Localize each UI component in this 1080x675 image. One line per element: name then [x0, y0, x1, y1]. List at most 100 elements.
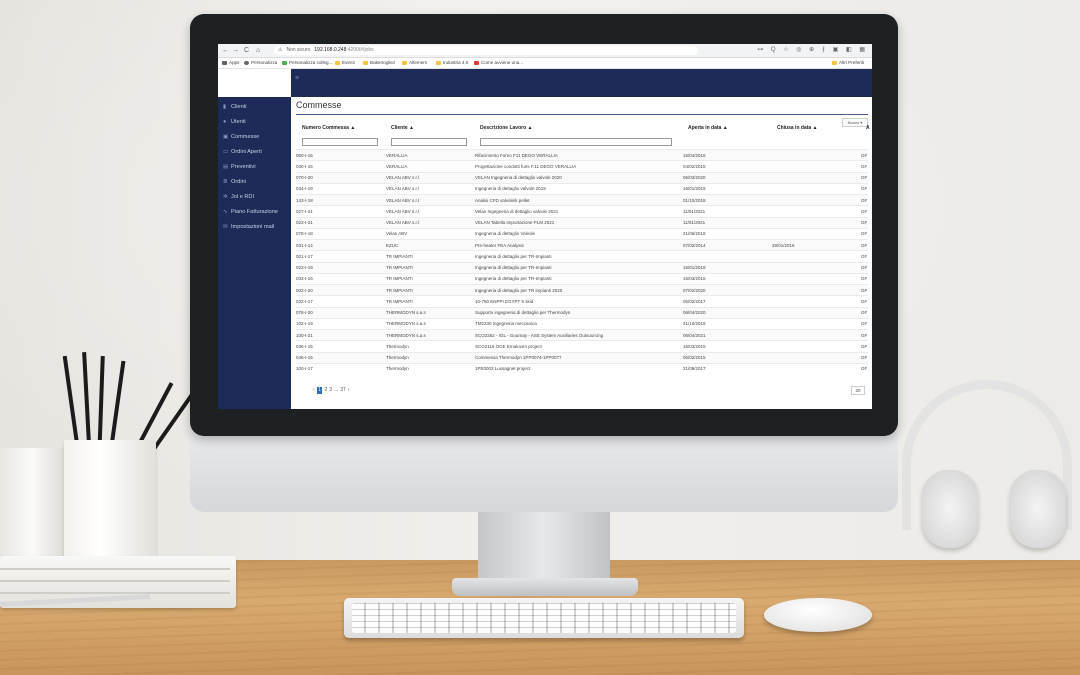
bookmark-item[interactable]: Bakertogliez: [363, 58, 395, 68]
table-row[interactable]: 100-I-17 Thermodyn 1PE0003 Lussagnet proje…: [296, 362, 868, 374]
page-3-button[interactable]: 3: [329, 387, 332, 393]
sidebar-item-piano-fatturazione[interactable]: ∿ Piano Fatturazione: [223, 208, 278, 216]
filter-descrizione-input[interactable]: [480, 138, 672, 146]
page-last-button[interactable]: 37: [340, 387, 346, 393]
table-row[interactable]: 001-I-17 TR IMPIANTI Ingegneria di dettagl…: [296, 250, 868, 262]
bookmark-icon: [474, 60, 479, 65]
table-row[interactable]: 046-I-15 Thermodyn Commessa Thermodyn 1PP0…: [296, 351, 868, 364]
reload-icon[interactable]: C: [244, 46, 249, 55]
column-header-aperta[interactable]: Aperta in data ▲: [688, 125, 728, 131]
cell-descrizione: VELAN Tabella Importazione PLM 2021: [475, 216, 683, 229]
filter-numero-input[interactable]: [302, 138, 378, 146]
cell-chiusa: [772, 205, 861, 217]
extension-icons[interactable]: ⊶ Q ☆ ◎ ⊕ ⨍ ▣ ◧ ▦: [757, 46, 868, 55]
home-icon[interactable]: ⌂: [256, 46, 260, 55]
column-header-descrizione[interactable]: Descrizione Lavoro ▲: [480, 125, 532, 131]
table-row[interactable]: 102-I-19 THERMODYN s.a.s TM2230 Ingegneria…: [296, 317, 868, 330]
other-bookmarks[interactable]: Altri Preferiti: [831, 58, 864, 68]
sidebar-item-preventivi[interactable]: ▤ Preventivi: [223, 163, 256, 171]
table-row[interactable]: 076-I-20 THERMODYN s.a.s Supporto ingegner…: [296, 306, 868, 319]
cell-extra: GF: [861, 216, 868, 229]
bookmark-item[interactable]: Personalizza colleg...: [282, 58, 332, 68]
cell-aperta: 11/01/2021: [683, 216, 772, 229]
cell-descrizione: Commessa Thermodyn 1PP0074-1PP0077: [475, 351, 683, 364]
cell-descrizione: Velan Ingegneria di dettaglio valvole 20…: [475, 205, 683, 217]
bookmark-item[interactable]: Alfemem: [402, 58, 427, 68]
filter-cliente-input[interactable]: [391, 138, 467, 146]
cell-extra: GF: [861, 160, 868, 172]
pencil-cup: [64, 440, 156, 566]
folder-icon: [335, 60, 340, 65]
next-page-button[interactable]: ›: [348, 387, 350, 393]
cell-extra: GF: [861, 250, 868, 262]
new-job-button[interactable]: Nuovo ▾: [842, 118, 868, 127]
briefcase-icon: ▣: [223, 134, 229, 140]
page-size-select[interactable]: 20: [851, 386, 865, 395]
page-title: Commesse: [296, 100, 342, 110]
table-row[interactable]: 031-I-14 EZUC Pre-heater FEA Analysis 07/02…: [296, 238, 868, 251]
cell-numero: 001-I-17: [296, 250, 386, 262]
table-row[interactable]: 002-I-20 TR IMPIANTI Ingegneria di dettagl…: [296, 283, 868, 296]
bookmark-item[interactable]: Industria 4.0: [436, 58, 468, 68]
sidebar-item-ordini[interactable]: ≣ Ordini: [223, 178, 246, 186]
cell-chiusa: [772, 340, 861, 352]
cell-numero: 102-I-19: [296, 317, 386, 330]
headphones-right-cup: [1010, 470, 1066, 548]
bookmark-apps[interactable]: Apps: [222, 58, 239, 68]
column-header-numero[interactable]: Numero Commessa ▲: [302, 125, 355, 131]
table-row[interactable]: 036-I-15 Thermodyn SCO2116 OGE Emaluven pr…: [296, 340, 868, 352]
address-bar[interactable]: ⚠ Non sicuro 192.168.0.248:4200/#/jobs: [274, 46, 698, 55]
cell-extra: GF: [861, 295, 868, 307]
globe-icon: [244, 60, 249, 65]
cell-aperta: 06/04/2021: [683, 328, 772, 341]
calculator-icon: ▤: [223, 164, 229, 170]
bookmark-item[interactable]: Come avviene una...: [474, 58, 523, 68]
cell-numero: 030-I-15: [296, 160, 386, 172]
cell-extra: GF: [861, 328, 868, 341]
table-row[interactable]: 032-I-17 TR IMPIANTI 10-750 ENPPI EGYPT 5 …: [296, 295, 868, 307]
column-header-chiusa[interactable]: Chiusa in data ▲: [777, 125, 818, 131]
cell-aperta: 04/02/2015: [683, 160, 772, 172]
cell-aperta: 11/01/2021: [683, 205, 772, 217]
column-header-cliente[interactable]: Cliente ▲: [391, 125, 414, 131]
sidebar-item-commesse[interactable]: ▣ Commesse: [223, 133, 259, 141]
cell-extra: GF: [861, 340, 868, 352]
table-row[interactable]: 078-I-18 Velan ABV Ingegneria di dettaglio…: [296, 227, 868, 240]
sidebar-item-jol-rdi[interactable]: ✲ Jol e RDI: [223, 193, 254, 201]
cell-numero: 076-I-20: [296, 306, 386, 319]
table-row[interactable]: 030-I-15 VERALLIA Progettazione condotti f…: [296, 160, 868, 172]
table-row[interactable]: 027-I-21 VELAN ABV s.r.l Velan Ingegneria …: [296, 205, 868, 217]
sidebar-item-utenti[interactable]: ● Utenti: [223, 118, 246, 126]
sidebar-item-ordini-aperti[interactable]: ▭ Ordini Aperti: [223, 148, 262, 156]
table-row[interactable]: 033-I-16 TR IMPIANTI Ingegneria di dettagl…: [296, 272, 868, 285]
sidebar-item-impostazioni-mail[interactable]: ✉ Impostazioni mail: [223, 223, 274, 231]
forward-icon[interactable]: →: [232, 46, 239, 55]
table-row[interactable]: 023-I-21 VELAN ABV s.r.l VELAN Tabella Imp…: [296, 216, 868, 229]
cell-chiusa: [772, 148, 861, 161]
cell-chiusa: 29/01/2016: [772, 238, 861, 251]
column-header-extra[interactable]: A: [866, 125, 870, 131]
table-row[interactable]: 022-I-19 TR IMPIANTI Ingegneria di dettagl…: [296, 261, 868, 274]
cell-descrizione: Ingegneria di dettaglio Valvole: [475, 227, 683, 240]
cell-numero: 032-I-17: [296, 295, 386, 307]
hamburger-menu-icon[interactable]: ≡: [295, 75, 299, 82]
cell-descrizione: Ingegneria di dettaglio per TR-Impianti: [475, 272, 683, 285]
cell-aperta: 07/02/2014: [683, 238, 772, 251]
browser-toolbar: ← → C ⌂ ⚠ Non sicuro 192.168.0.248:4200/#/…: [218, 44, 872, 58]
table-row[interactable]: 143-I-18 VELAN ABV s.r.l Analisi CFD valvo…: [296, 193, 868, 206]
page-1-button[interactable]: 1: [316, 387, 323, 394]
cell-numero: 027-I-21: [296, 205, 386, 217]
prev-page-button[interactable]: ‹: [313, 387, 315, 393]
bookmark-item[interactable]: Eventi: [335, 58, 355, 68]
back-icon[interactable]: ←: [222, 46, 229, 55]
sidebar-item-clienti[interactable]: ▮ Clienti: [223, 103, 247, 111]
monitor-chin: [190, 430, 898, 512]
cell-numero: 036-I-15: [296, 340, 386, 352]
table-row[interactable]: 050-I-16 VERALLIA Rifacimento Forno F11 DE…: [296, 148, 868, 161]
page-2-button[interactable]: 2: [324, 387, 327, 393]
bookmark-item[interactable]: Personalizza: [244, 58, 277, 68]
table-row[interactable]: 100-I-21 THERMODYN s.a.s SCO2262 - IGL - G…: [296, 328, 868, 341]
table-row[interactable]: 070-I-20 VELAN ABV s.r.l VELAN Ingegneria …: [296, 171, 868, 184]
table-row[interactable]: 034-I-19 VELAN ABV s.r.l Ingegneria di det…: [296, 182, 868, 195]
bookmark-icon: [282, 60, 287, 65]
